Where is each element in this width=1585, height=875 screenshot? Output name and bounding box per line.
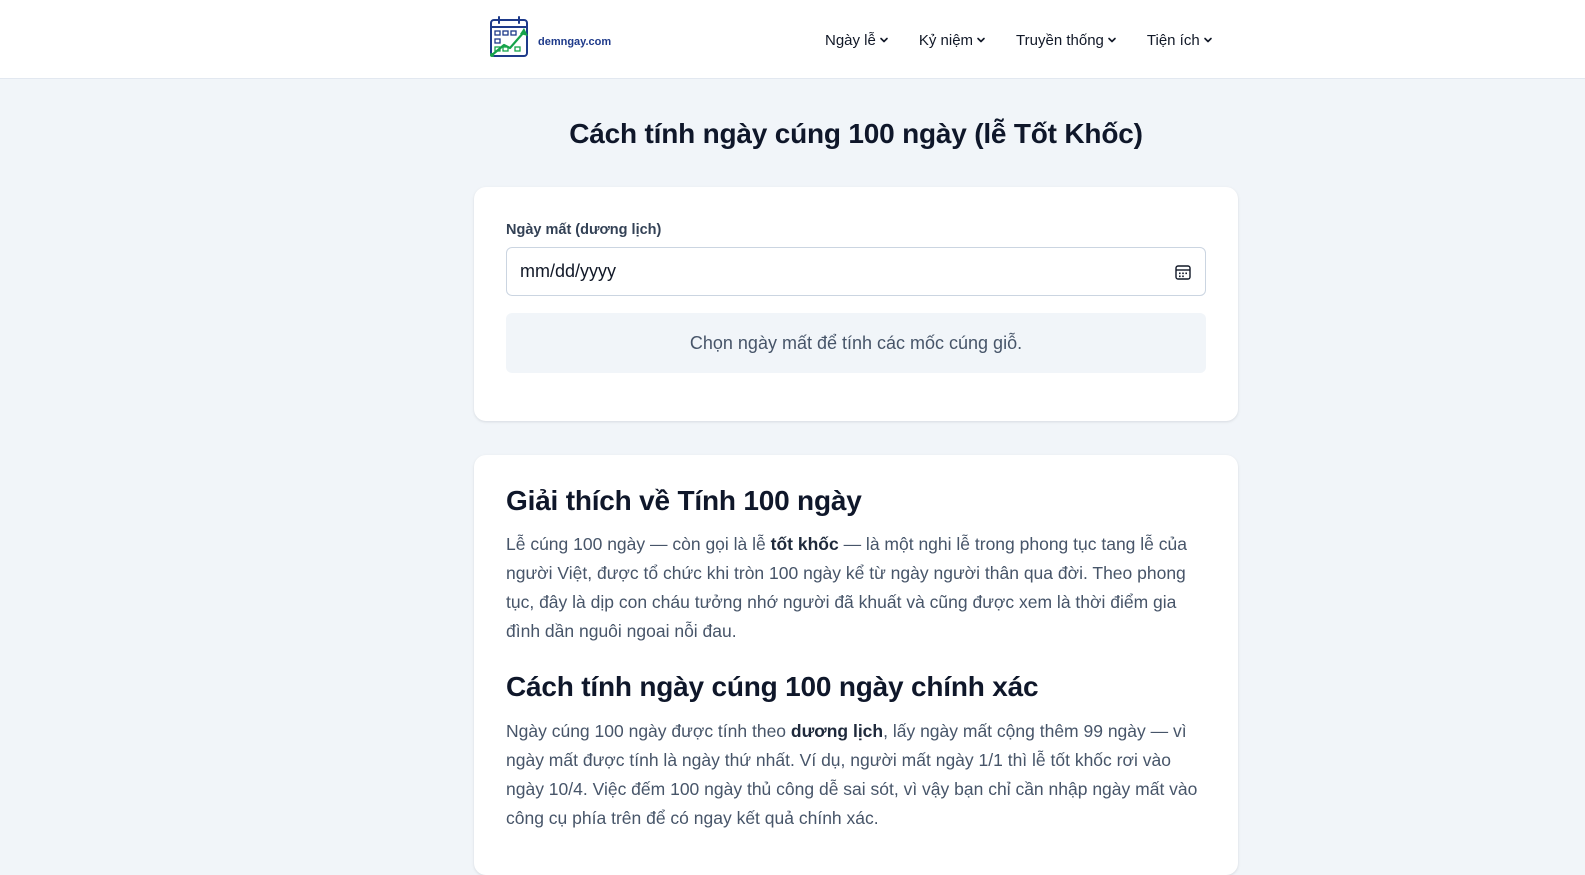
logo-text: demngay.com: [538, 36, 612, 48]
paragraph-text: Lễ cúng 100 ngày — còn gọi là lễ: [506, 534, 771, 554]
nav-item-utilities[interactable]: Tiện ích: [1147, 32, 1213, 49]
paragraph-text: Ngày cúng 100 ngày được tính theo: [506, 721, 791, 741]
death-date-label: Ngày mất (dương lịch): [506, 222, 662, 238]
page-title: Cách tính ngày cúng 100 ngày (lễ Tốt Khố…: [569, 118, 1143, 149]
calendar-chart-logo-icon: [490, 16, 528, 57]
date-placeholder: mm/dd/yyyy: [520, 261, 617, 281]
section-heading-explanation: Giải thích về Tính 100 ngày: [506, 485, 862, 516]
calendar-icon[interactable]: [1174, 263, 1192, 281]
death-date-input[interactable]: mm/dd/yyyy: [506, 247, 1206, 296]
nav-item-holidays[interactable]: Ngày lễ: [825, 32, 889, 49]
nav-item-label: Truyền thống: [1016, 31, 1104, 49]
section-heading-method: Cách tính ngày cúng 100 ngày chính xác: [506, 671, 1039, 702]
chevron-down-icon: [880, 37, 888, 43]
nav-item-traditions[interactable]: Truyền thống: [1016, 32, 1117, 49]
nav-item-label: Ngày lễ: [825, 31, 876, 49]
chevron-down-icon: [1203, 37, 1212, 43]
nav-item-label: Tiện ích: [1146, 31, 1200, 49]
main-nav: Ngày lễ Kỷ niệm Truyền thống Tiện ích: [825, 28, 1213, 52]
article-card: Giải thích về Tính 100 ngày Lễ cúng 100 …: [474, 455, 1238, 875]
site-logo[interactable]: demngay.com: [488, 15, 611, 61]
paragraph-bold: dương lịch: [790, 721, 884, 741]
nav-item-anniversaries[interactable]: Kỷ niệm: [919, 32, 986, 49]
result-message: Chọn ngày mất để tính các mốc cúng giỗ.: [506, 313, 1206, 373]
nav-item-label: Kỷ niệm: [918, 31, 974, 49]
chevron-down-icon: [977, 37, 985, 43]
section-paragraph-explanation: Lễ cúng 100 ngày — còn gọi là lễ tốt khố…: [506, 530, 1206, 646]
section-paragraph-method: Ngày cúng 100 ngày được tính theo dương …: [506, 717, 1206, 833]
top-navbar: demngay.com Ngày lễ Kỷ niệm Truyền thống…: [0, 0, 1585, 79]
chevron-down-icon: [1108, 37, 1116, 43]
calculator-card: Ngày mất (dương lịch) mm/dd/yyyy Chọn ng…: [474, 187, 1238, 421]
paragraph-bold: tốt khốc: [770, 534, 839, 554]
